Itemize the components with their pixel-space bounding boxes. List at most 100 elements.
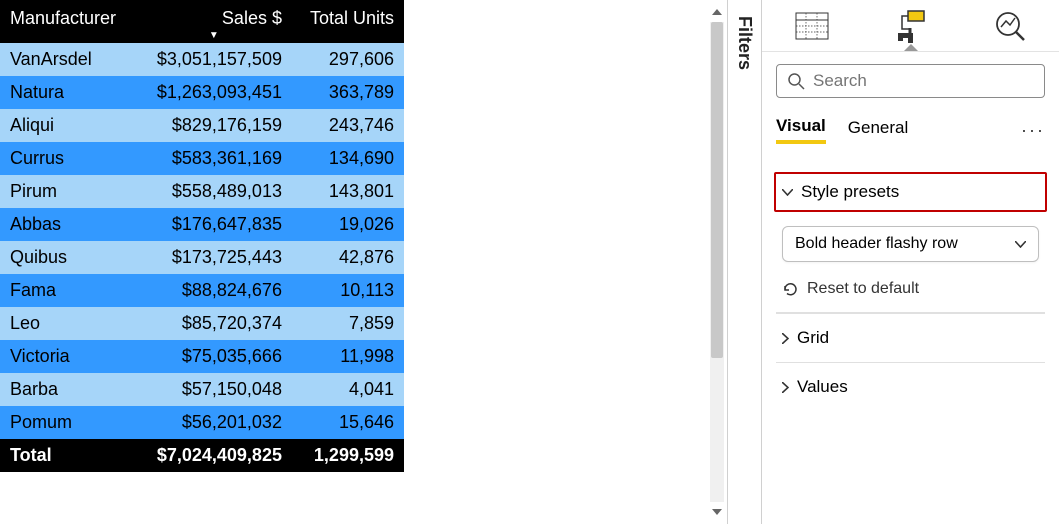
tab-general[interactable]: General xyxy=(848,118,908,142)
cell-manufacturer: Aliqui xyxy=(0,109,136,142)
table-row[interactable]: Barba$57,150,0484,041 xyxy=(0,373,404,406)
cell-units: 42,876 xyxy=(292,241,404,274)
cell-units: 297,606 xyxy=(292,43,404,76)
cell-sales: $558,489,013 xyxy=(136,175,292,208)
style-preset-value: Bold header flashy row xyxy=(795,235,958,253)
cell-sales: $56,201,032 xyxy=(136,406,292,439)
cell-manufacturer: VanArsdel xyxy=(0,43,136,76)
table-row[interactable]: Natura$1,263,093,451363,789 xyxy=(0,76,404,109)
filters-label: Filters xyxy=(734,16,755,524)
format-visual-tab[interactable] xyxy=(887,2,935,50)
totals-label: Total xyxy=(0,439,136,472)
data-table: Manufacturer Sales $ ▼ Total Units VanAr… xyxy=(0,0,404,472)
canvas-spacer xyxy=(404,0,707,524)
reset-icon xyxy=(782,281,799,298)
style-presets-header[interactable]: Style presets xyxy=(774,172,1047,212)
cell-sales: $1,263,093,451 xyxy=(136,76,292,109)
chevron-down-icon xyxy=(782,189,793,196)
cell-manufacturer: Pomum xyxy=(0,406,136,439)
cell-manufacturer: Leo xyxy=(0,307,136,340)
column-header-sales-label: Sales $ xyxy=(222,8,282,28)
scroll-down-arrow-icon[interactable] xyxy=(709,504,725,520)
more-options-icon[interactable]: ··· xyxy=(1021,120,1045,141)
table-row[interactable]: Quibus$173,725,44342,876 xyxy=(0,241,404,274)
vertical-scrollbar[interactable] xyxy=(707,0,727,524)
cell-sales: $75,035,666 xyxy=(136,340,292,373)
cell-manufacturer: Quibus xyxy=(0,241,136,274)
scroll-up-arrow-icon[interactable] xyxy=(709,4,725,20)
chevron-down-icon xyxy=(1015,241,1026,248)
cell-sales: $3,051,157,509 xyxy=(136,43,292,76)
table-row[interactable]: Abbas$176,647,83519,026 xyxy=(0,208,404,241)
cell-manufacturer: Natura xyxy=(0,76,136,109)
cell-units: 143,801 xyxy=(292,175,404,208)
table-row[interactable]: Victoria$75,035,66611,998 xyxy=(0,340,404,373)
cell-units: 134,690 xyxy=(292,142,404,175)
totals-row: Total $7,024,409,825 1,299,599 xyxy=(0,439,404,472)
cell-units: 11,998 xyxy=(292,340,404,373)
cell-manufacturer: Victoria xyxy=(0,340,136,373)
search-icon xyxy=(787,72,805,90)
table-row[interactable]: Fama$88,824,67610,113 xyxy=(0,274,404,307)
search-input[interactable] xyxy=(813,71,1034,91)
cell-units: 243,746 xyxy=(292,109,404,142)
filters-pane-collapsed[interactable]: Filters xyxy=(727,0,761,524)
table-icon xyxy=(795,12,829,40)
column-header-units[interactable]: Total Units xyxy=(292,0,404,43)
cell-sales: $583,361,169 xyxy=(136,142,292,175)
cell-manufacturer: Pirum xyxy=(0,175,136,208)
scroll-track[interactable] xyxy=(710,22,724,502)
cell-manufacturer: Abbas xyxy=(0,208,136,241)
cell-sales: $829,176,159 xyxy=(136,109,292,142)
values-section-header[interactable]: Values xyxy=(776,362,1045,411)
magnify-chart-icon xyxy=(994,10,1026,42)
scroll-thumb[interactable] xyxy=(711,22,723,358)
header-row: Manufacturer Sales $ ▼ Total Units xyxy=(0,0,404,43)
table-row[interactable]: Leo$85,720,3747,859 xyxy=(0,307,404,340)
table-row[interactable]: Currus$583,361,169134,690 xyxy=(0,142,404,175)
cell-units: 7,859 xyxy=(292,307,404,340)
style-presets-label: Style presets xyxy=(801,182,899,202)
cell-manufacturer: Currus xyxy=(0,142,136,175)
format-sub-tabs: Visual General ··· xyxy=(776,116,1045,144)
reset-label: Reset to default xyxy=(807,280,919,298)
cell-sales: $88,824,676 xyxy=(136,274,292,307)
table-row[interactable]: Aliqui$829,176,159243,746 xyxy=(0,109,404,142)
format-pane-body: Visual General ··· Style presets Bold he… xyxy=(762,52,1059,411)
table-row[interactable]: Pomum$56,201,03215,646 xyxy=(0,406,404,439)
cell-sales: $85,720,374 xyxy=(136,307,292,340)
grid-label: Grid xyxy=(797,328,829,348)
style-presets-section: Style presets Bold header flashy row Res… xyxy=(776,172,1045,298)
paint-roller-icon xyxy=(894,9,928,43)
cell-sales: $176,647,835 xyxy=(136,208,292,241)
cell-sales: $57,150,048 xyxy=(136,373,292,406)
analytics-tab[interactable] xyxy=(986,2,1034,50)
table-row[interactable]: VanArsdel$3,051,157,509297,606 xyxy=(0,43,404,76)
search-box[interactable] xyxy=(776,64,1045,98)
cell-units: 15,646 xyxy=(292,406,404,439)
chevron-right-icon xyxy=(782,333,789,344)
cell-units: 19,026 xyxy=(292,208,404,241)
reset-to-default[interactable]: Reset to default xyxy=(782,280,1039,298)
cell-manufacturer: Barba xyxy=(0,373,136,406)
tab-visual[interactable]: Visual xyxy=(776,116,826,144)
cell-manufacturer: Fama xyxy=(0,274,136,307)
grid-section-header[interactable]: Grid xyxy=(776,313,1045,362)
cell-units: 363,789 xyxy=(292,76,404,109)
totals-units: 1,299,599 xyxy=(292,439,404,472)
cell-sales: $173,725,443 xyxy=(136,241,292,274)
pane-tabs xyxy=(762,0,1059,52)
cell-units: 4,041 xyxy=(292,373,404,406)
sort-desc-icon: ▼ xyxy=(209,30,219,41)
column-header-manufacturer[interactable]: Manufacturer xyxy=(0,0,136,43)
style-preset-dropdown[interactable]: Bold header flashy row xyxy=(782,226,1039,262)
cell-units: 10,113 xyxy=(292,274,404,307)
table-visual: Manufacturer Sales $ ▼ Total Units VanAr… xyxy=(0,0,404,524)
table-row[interactable]: Pirum$558,489,013143,801 xyxy=(0,175,404,208)
totals-sales: $7,024,409,825 xyxy=(136,439,292,472)
column-header-sales[interactable]: Sales $ ▼ xyxy=(136,0,292,43)
values-label: Values xyxy=(797,377,848,397)
build-visual-tab[interactable] xyxy=(788,2,836,50)
format-pane: Visual General ··· Style presets Bold he… xyxy=(761,0,1059,524)
chevron-right-icon xyxy=(782,382,789,393)
